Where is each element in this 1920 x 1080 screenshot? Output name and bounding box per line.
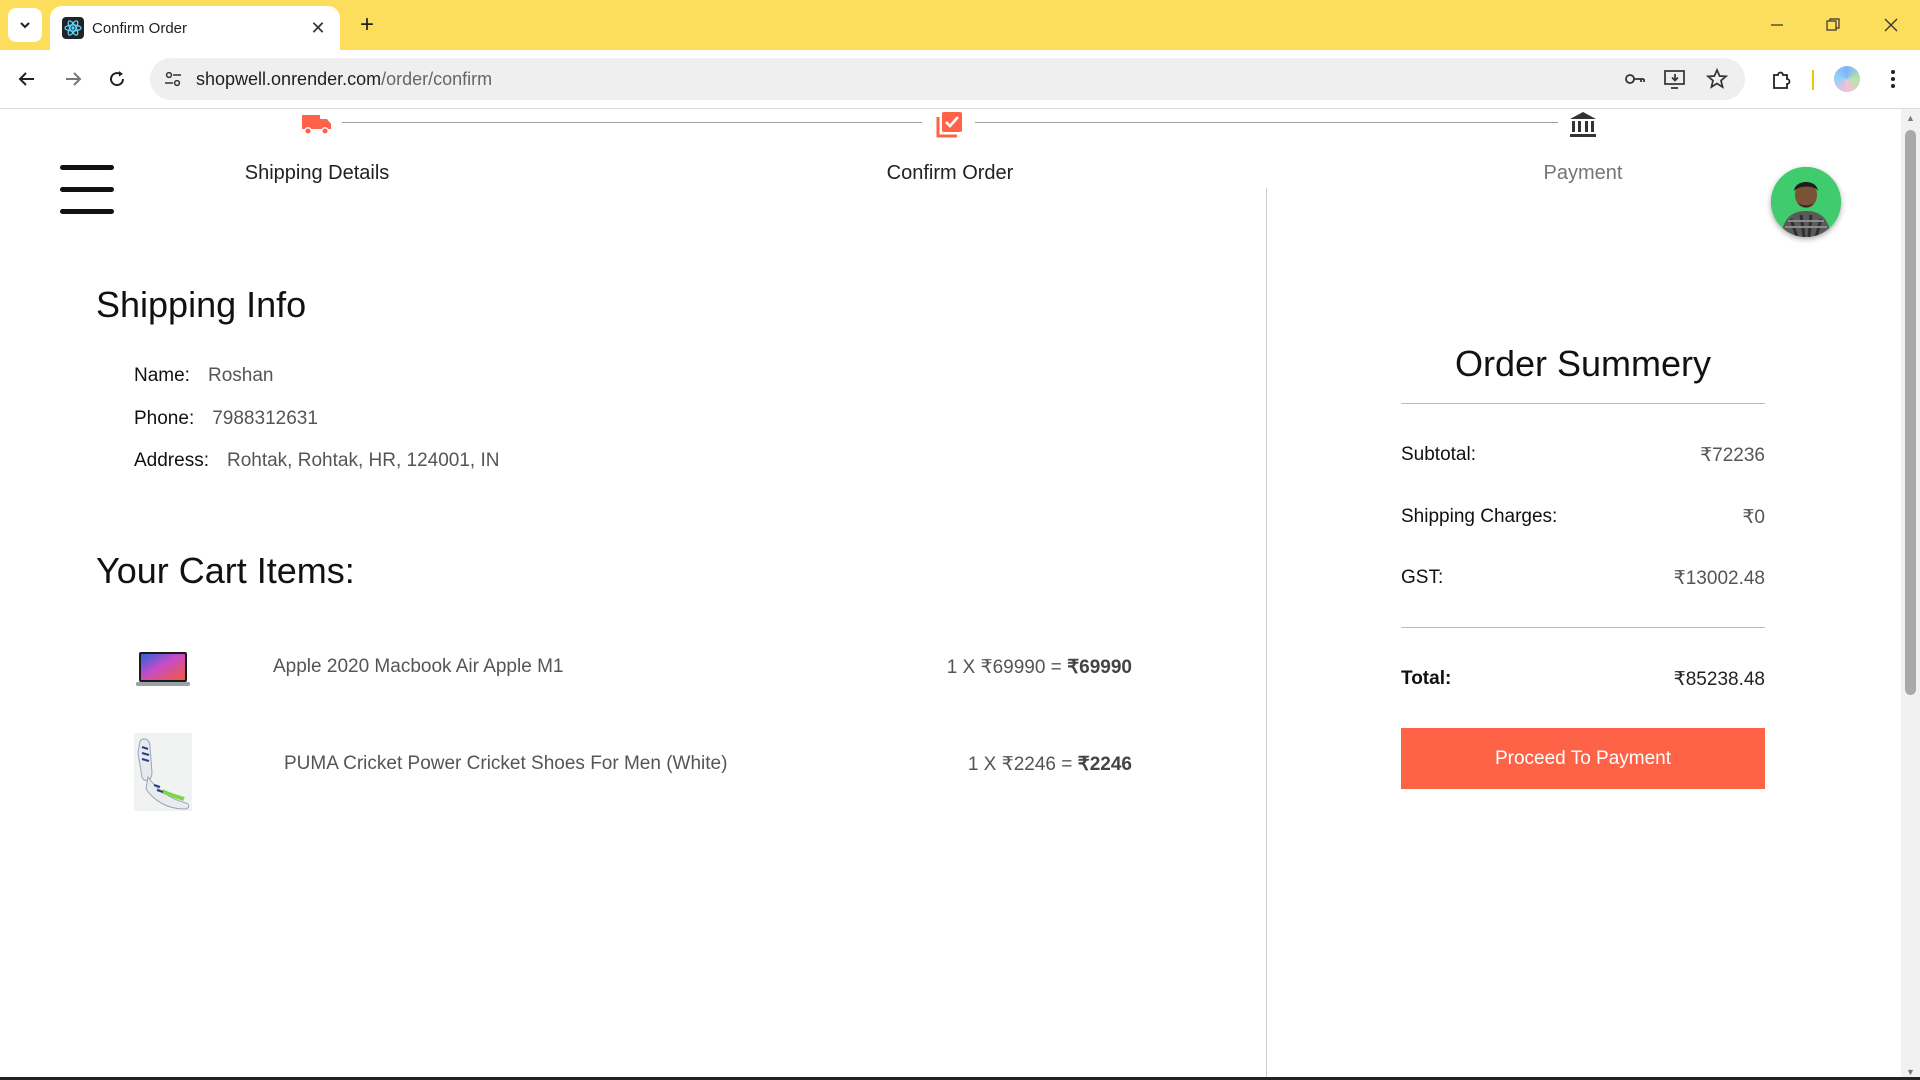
browser-tab-strip: Confirm Order ✕ + — [0, 0, 1920, 50]
gst-value: ₹13002.48 — [1673, 568, 1765, 589]
gst-label: GST: — [1401, 567, 1444, 588]
shipping-charges-label: Shipping Charges: — [1401, 506, 1558, 527]
truck-icon — [302, 109, 332, 139]
phone-label: Phone: — [134, 408, 195, 429]
total-row: Total: ₹85238.48 — [1401, 668, 1765, 691]
cart-item-price: 1 X ₹69990 = ₹69990 — [947, 656, 1132, 679]
arrow-left-icon[interactable] — [10, 62, 44, 96]
reload-icon[interactable] — [100, 62, 134, 96]
tab-title: Confirm Order — [92, 19, 188, 37]
cart-item-total: ₹2246 — [1077, 754, 1132, 775]
subtotal-row: Subtotal: ₹72236 — [1401, 444, 1765, 467]
shipping-name-row: Name: Roshan — [134, 365, 273, 387]
address-value: Rohtak, Rohtak, HR, 124001, IN — [226, 450, 500, 471]
shipping-info-heading: Shipping Info — [96, 284, 307, 325]
total-value: ₹85238.48 — [1673, 669, 1765, 690]
name-label: Name: — [134, 365, 190, 386]
close-window-icon[interactable] — [1874, 8, 1908, 42]
cart-item-price: 1 X ₹2246 = ₹2246 — [968, 753, 1132, 776]
checklist-icon — [935, 109, 965, 139]
more-vert-icon[interactable] — [1876, 62, 1910, 96]
url-text[interactable]: shopwell.onrender.com/order/confirm — [196, 69, 492, 90]
browser-toolbar: shopwell.onrender.com/order/confirm — [0, 50, 1920, 109]
bank-icon — [1568, 109, 1598, 139]
page-viewport: Shipping Details Confirm Order Payment S… — [0, 109, 1901, 1080]
hamburger-menu-icon[interactable] — [60, 165, 114, 215]
url-host: shopwell.onrender.com — [196, 69, 382, 89]
stepper-connector — [342, 122, 922, 123]
page-scrollbar[interactable]: ▲ ▼ — [1901, 109, 1920, 1080]
subtotal-label: Subtotal: — [1401, 444, 1476, 465]
tune-icon[interactable] — [162, 68, 184, 90]
subtotal-value: ₹72236 — [1700, 445, 1765, 466]
address-label: Address: — [134, 450, 209, 471]
address-bar[interactable]: shopwell.onrender.com/order/confirm — [150, 58, 1745, 100]
user-avatar[interactable] — [1771, 167, 1841, 237]
total-label: Total: — [1401, 668, 1452, 689]
puzzle-icon[interactable] — [1764, 62, 1798, 96]
cart-item-qty-price: 1 X ₹69990 = — [946, 657, 1068, 678]
star-icon[interactable] — [1705, 67, 1729, 91]
shipping-charges-row: Shipping Charges: ₹0 — [1401, 506, 1765, 529]
step-label-confirm: Confirm Order — [886, 162, 1014, 184]
shipping-phone-row: Phone: 7988312631 — [134, 408, 318, 430]
browser-tab[interactable]: Confirm Order ✕ — [50, 6, 340, 50]
column-divider — [1266, 188, 1267, 1080]
arrow-right-icon[interactable] — [56, 62, 90, 96]
profile-icon[interactable] — [1830, 62, 1864, 96]
shipping-address-row: Address: Rohtak, Rohtak, HR, 124001, IN — [134, 450, 499, 472]
minimize-icon[interactable] — [1760, 8, 1794, 42]
cart-item: PUMA Cricket Power Cricket Shoes For Men… — [134, 733, 1132, 817]
react-icon — [62, 17, 84, 39]
name-value: Roshan — [207, 365, 274, 386]
scrollbar-thumb[interactable] — [1905, 130, 1916, 695]
laptop-image[interactable] — [134, 650, 192, 688]
toolbar-divider — [1812, 70, 1814, 90]
cart-item-total: ₹69990 — [1067, 657, 1132, 678]
step-label-shipping: Shipping Details — [244, 162, 390, 184]
install-icon[interactable] — [1663, 67, 1687, 91]
order-summary-title: Order Summery — [1454, 343, 1712, 384]
cart-item-name[interactable]: Apple 2020 Macbook Air Apple M1 — [273, 656, 563, 678]
shoe-image[interactable] — [134, 733, 192, 811]
restore-icon[interactable] — [1816, 8, 1850, 42]
scroll-up-arrow-icon[interactable]: ▲ — [1901, 109, 1920, 126]
cart-item-qty-price: 1 X ₹2246 = — [967, 754, 1078, 775]
key-icon[interactable] — [1623, 67, 1647, 91]
tab-search-chevron-down-icon[interactable] — [8, 8, 42, 42]
new-tab-plus-icon[interactable]: + — [352, 10, 382, 40]
url-path: /order/confirm — [381, 69, 493, 89]
gst-row: GST: ₹13002.48 — [1401, 567, 1765, 590]
cart-item-name[interactable]: PUMA Cricket Power Cricket Shoes For Men… — [284, 753, 727, 775]
proceed-to-payment-button[interactable]: Proceed To Payment — [1401, 728, 1765, 789]
phone-value: 7988312631 — [212, 408, 318, 429]
summary-divider — [1401, 403, 1765, 404]
cart-item: Apple 2020 Macbook Air Apple M1 1 X ₹699… — [134, 642, 1132, 720]
summary-divider — [1401, 627, 1765, 628]
tab-close-icon[interactable]: ✕ — [306, 16, 330, 40]
cart-items-heading: Your Cart Items: — [96, 550, 355, 591]
shipping-charges-value: ₹0 — [1742, 507, 1765, 528]
stepper-connector — [975, 122, 1558, 123]
step-label-payment: Payment — [1543, 162, 1623, 184]
